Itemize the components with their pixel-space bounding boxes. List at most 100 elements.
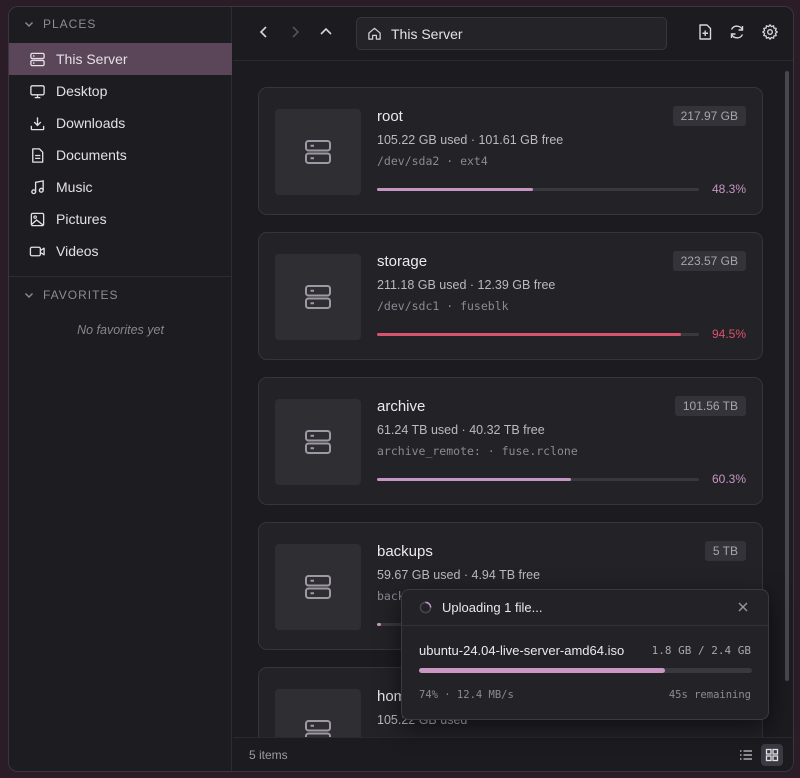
refresh-icon [730,25,744,39]
sidebar-item-music[interactable]: Music [9,171,232,203]
usage-percent: 60.3% [711,472,746,486]
drive-card-storage[interactable]: storage 211.18 GB used · 12.39 GB free /… [258,232,763,360]
upload-filename: ubuntu-24.04-live-server-amd64.iso [419,643,625,658]
image-icon [30,212,45,226]
toolbar: This Server [233,7,793,61]
drive-size-badge: 217.97 GB [672,106,746,126]
download-icon [30,116,45,130]
drive-usage: 105.22 GB used · 101.61 GB free [377,133,564,147]
usage-bar [377,478,699,481]
upload-progress-bar [419,668,752,673]
drive-name: archive [377,398,426,415]
sidebar-item-label: Documents [56,147,127,163]
close-icon[interactable] [735,599,751,615]
spinner-icon [419,601,432,614]
server-icon [305,720,331,737]
sidebar-item-label: Downloads [56,115,126,131]
sidebar-item-label: Pictures [56,211,107,227]
drive-icon-tile [275,254,361,340]
sidebar: PLACES This Server Desktop Downloads Doc… [9,7,232,771]
scrollbar[interactable] [785,71,789,681]
sidebar-item-videos[interactable]: Videos [9,235,232,267]
favorites-section-header[interactable]: FAVORITES [23,288,118,302]
upload-speed: 74% · 12.4 MB/s [419,689,514,701]
sidebar-item-this-server[interactable]: This Server [9,43,232,75]
drive-icon-tile [275,399,361,485]
sidebar-item-label: This Server [56,51,128,67]
drive-usage: 61.24 TB used · 40.32 TB free [377,423,545,437]
server-icon [305,285,331,309]
upload-progress-fill [419,668,666,673]
drive-size-badge: 101.56 TB [674,396,746,416]
places-section-header[interactable]: PLACES [23,17,96,31]
usage-percent: 48.3% [711,182,746,196]
sidebar-item-downloads[interactable]: Downloads [9,107,232,139]
usage-bar [377,333,699,336]
drive-icon-tile [275,544,361,630]
video-icon [29,246,45,256]
drive-device: /dev/sda2 · ext4 [377,154,488,168]
drive-name: storage [377,253,428,270]
drive-card-root[interactable]: root 105.22 GB used · 101.61 GB free /de… [258,87,763,215]
back-button[interactable] [251,19,277,45]
location-bar[interactable]: This Server [356,17,667,50]
usage-bar-fill [377,333,682,336]
sidebar-item-pictures[interactable]: Pictures [9,203,232,235]
chevron-down-icon [25,22,33,27]
usage-bar-fill [377,623,381,626]
drive-icon-tile [275,689,361,737]
sidebar-item-label: Videos [56,243,99,259]
usage-percent: 94.5% [711,327,746,341]
gear-icon [762,24,778,40]
upload-progress-panel: Uploading 1 file... ubuntu-24.04-live-se… [401,589,769,720]
home-icon [368,27,381,40]
usage-bar-fill [377,188,533,191]
new-file-icon [699,24,712,40]
sidebar-item-documents[interactable]: Documents [9,139,232,171]
sidebar-item-label: Desktop [56,83,108,99]
drive-name: root [377,108,403,125]
document-icon [32,147,44,163]
list-view-icon [740,750,752,760]
music-icon [31,179,44,194]
forward-button[interactable] [282,19,308,45]
refresh-button[interactable] [724,19,750,45]
settings-button[interactable] [757,19,783,45]
drive-name: backups [377,543,433,560]
chevron-right-icon [292,26,300,38]
server-icon [30,52,45,66]
grid-view-icon [765,748,779,762]
favorites-empty-message: No favorites yet [77,323,164,337]
monitor-icon [30,84,45,98]
drive-device: /dev/sdc1 · fuseblk [377,299,509,313]
status-bar: 5 items [233,737,793,771]
upload-title: Uploading 1 file... [442,600,543,615]
favorites-header-label: FAVORITES [43,288,119,302]
upload-bytes: 1.8 GB / 2.4 GB [651,644,751,657]
usage-bar-fill [377,478,572,481]
drive-size-badge: 223.57 GB [672,251,746,271]
new-file-button[interactable] [692,19,718,45]
server-icon [305,430,331,454]
up-button[interactable] [313,19,339,45]
drive-device: archive_remote: · fuse.rclone [377,444,578,458]
server-icon [305,140,331,164]
grid-view-button[interactable] [761,744,783,766]
chevron-left-icon [259,26,267,38]
item-count: 5 items [249,748,288,762]
drive-usage: 59.67 GB used · 4.94 TB free [377,568,541,582]
sidebar-divider [9,276,232,277]
list-view-button[interactable] [735,744,757,766]
drive-card-archive[interactable]: archive 61.24 TB used · 40.32 TB free ar… [258,377,763,505]
sidebar-item-desktop[interactable]: Desktop [9,75,232,107]
places-header-label: PLACES [43,17,97,31]
usage-bar [377,188,699,191]
upload-remaining: 45s remaining [668,689,751,701]
location-path: This Server [391,25,463,42]
chevron-down-icon [25,293,33,298]
chevron-up-icon [320,27,332,35]
drive-size-badge: 5 TB [704,541,746,561]
server-icon [305,575,331,599]
upload-header: Uploading 1 file... [402,590,768,626]
drive-usage: 211.18 GB used · 12.39 GB free [377,278,556,292]
